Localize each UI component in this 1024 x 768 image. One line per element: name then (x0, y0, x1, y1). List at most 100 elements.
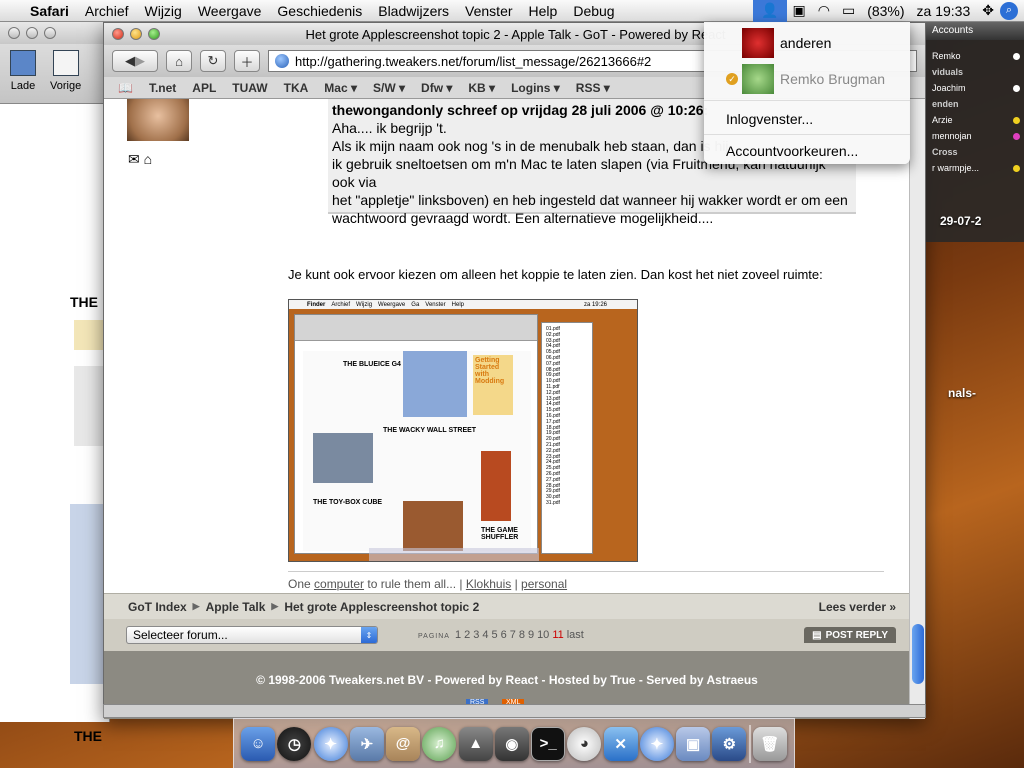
bookmark-sw[interactable]: S/W ▾ (373, 81, 405, 95)
bookmark-logins[interactable]: Logins ▾ (511, 81, 560, 95)
page-link[interactable]: 3 (473, 629, 479, 641)
home-button[interactable]: ⌂ (166, 50, 192, 72)
post-reply-button[interactable]: ▤ POST REPLY (804, 627, 896, 643)
address-bar-url[interactable]: http://gathering.tweakers.net/forum/list… (295, 54, 651, 69)
embedded-preview-window: THE BLUEICE G4 Getting Started with Modd… (294, 314, 538, 554)
breadcrumb-topic[interactable]: Het grote Applescreenshot topic 2 (284, 600, 479, 614)
breadcrumb-got-index[interactable]: GoT Index (128, 600, 187, 614)
safari-icon[interactable]: ✦ (639, 726, 674, 761)
signature-link-computer[interactable]: computer (314, 577, 364, 591)
menu-wijzig[interactable]: Wijzig (137, 3, 190, 19)
add-bookmark-button[interactable]: ＋ (234, 50, 260, 72)
bookmarks-book-icon[interactable]: 📖 (118, 81, 133, 95)
bookmark-dfw[interactable]: Dfw ▾ (421, 81, 452, 95)
menu-debug[interactable]: Debug (565, 3, 622, 19)
breadcrumb: GoT Index ▶ Apple Talk ▶ Het grote Apple… (104, 593, 910, 619)
trash-icon[interactable]: 🗑 (752, 726, 787, 761)
camera-icon[interactable]: ◉ (494, 726, 529, 761)
page-link[interactable]: 7 (510, 629, 516, 641)
bookmark-apl[interactable]: APL (192, 81, 216, 95)
contact-item[interactable]: Arzie (926, 112, 1024, 128)
home-icon: ⌂ (175, 53, 183, 69)
desktop-item-label[interactable]: nals- (948, 386, 976, 400)
signature-link-klokhuis[interactable]: Klokhuis (466, 577, 511, 591)
user-item-current[interactable]: ✓ Remko Brugman (704, 64, 910, 94)
drawer-button[interactable]: Lade (10, 50, 36, 103)
login-window-item[interactable]: Inlogvenster... (704, 104, 910, 134)
back-arrow-icon[interactable]: ◀ (125, 53, 135, 69)
page-link[interactable]: 10 (537, 629, 549, 641)
ichat-status-icon[interactable]: ▣ (787, 2, 812, 19)
contact-item[interactable]: Joachim (926, 80, 1024, 96)
iphoto-icon[interactable]: ▲ (458, 726, 493, 761)
signature-link-personal[interactable]: personal (521, 577, 567, 591)
reload-button[interactable]: ↻ (200, 50, 226, 72)
forward-arrow-icon[interactable]: ▶ (135, 53, 145, 69)
close-icon[interactable] (8, 27, 20, 39)
mail-icon[interactable]: ✈ (349, 726, 384, 761)
minimize-icon[interactable] (26, 27, 38, 39)
page-link[interactable]: 2 (464, 629, 470, 641)
menu-app[interactable]: Safari (22, 3, 77, 19)
page-link[interactable]: 4 (482, 629, 488, 641)
bookmark-kb[interactable]: KB ▾ (468, 81, 495, 95)
page-link[interactable]: 1 (455, 629, 461, 641)
zoom-icon[interactable] (148, 28, 160, 40)
scrollbar-thumb[interactable] (912, 624, 924, 684)
address-book-icon[interactable]: @ (386, 726, 421, 761)
page-link[interactable]: 5 (491, 629, 497, 641)
preview-icon[interactable]: ▣ (676, 726, 711, 761)
forum-select[interactable]: Selecteer forum... ⇕ (126, 626, 378, 644)
embedded-screenshot[interactable]: Finder Archief Wijzig Weergave Ga Venste… (288, 299, 638, 562)
bookmark-tnet[interactable]: T.net (149, 81, 176, 95)
battery-percentage[interactable]: (83%) (861, 3, 910, 19)
page-link[interactable]: 9 (528, 629, 534, 641)
xcode-icon[interactable]: ✕ (603, 726, 638, 761)
previous-button[interactable]: Vorige (50, 50, 81, 103)
back-forward-button[interactable]: ◀ ▶ (112, 50, 158, 72)
contact-item[interactable]: mennojan (926, 128, 1024, 144)
status-dot-icon (1013, 116, 1020, 124)
page-link[interactable]: 8 (519, 629, 525, 641)
read-more-link[interactable]: Lees verder » (819, 600, 896, 614)
send-pm-icon[interactable]: ✉ (128, 151, 140, 167)
bookmark-mac[interactable]: Mac ▾ (324, 81, 357, 95)
menu-venster[interactable]: Venster (457, 3, 520, 19)
menu-weergave[interactable]: Weergave (190, 3, 270, 19)
wifi-icon[interactable]: ◠ (812, 2, 836, 19)
bookmark-rss[interactable]: RSS ▾ (576, 81, 610, 95)
contact-group[interactable]: viduals (926, 64, 1024, 80)
contact-item[interactable]: r warmpje... (926, 160, 1024, 176)
battery-icon[interactable]: ▭ (836, 2, 861, 19)
menu-help[interactable]: Help (521, 3, 566, 19)
contact-item[interactable]: Remko (926, 48, 1024, 64)
close-icon[interactable] (112, 28, 124, 40)
menu-bladwijzers[interactable]: Bladwijzers (370, 3, 457, 19)
homepage-icon[interactable]: ⌂ (144, 151, 152, 167)
contact-group[interactable]: enden (926, 96, 1024, 112)
bookmark-tka[interactable]: TKA (284, 81, 309, 95)
vertical-scrollbar[interactable] (909, 99, 925, 719)
page-link[interactable]: 6 (501, 629, 507, 641)
minimize-icon[interactable] (130, 28, 142, 40)
terminal-icon[interactable]: >_ (531, 726, 566, 761)
menu-geschiedenis[interactable]: Geschiedenis (269, 3, 370, 19)
breadcrumb-apple-talk[interactable]: Apple Talk (206, 600, 266, 614)
safari-icon[interactable]: ✦ (313, 726, 348, 761)
contact-group[interactable]: Cross (926, 144, 1024, 160)
account-preferences-item[interactable]: Accountvoorkeuren... (704, 136, 910, 166)
dashboard-icon[interactable]: ◷ (277, 726, 312, 761)
script-menu-icon[interactable]: ✥ (976, 2, 1000, 19)
user-item-others[interactable]: anderen (704, 28, 910, 58)
bookmark-tuaw[interactable]: TUAW (232, 81, 267, 95)
adium-icon[interactable]: ◕ (567, 726, 602, 761)
finder-icon[interactable]: ☺ (241, 726, 276, 761)
menu-archief[interactable]: Archief (77, 3, 137, 19)
last-page-link[interactable]: last (567, 629, 584, 641)
automator-icon[interactable]: ⚙ (712, 726, 747, 761)
zoom-icon[interactable] (44, 27, 56, 39)
itunes-icon[interactable]: ♫ (422, 726, 457, 761)
spotlight-icon[interactable]: ⌕ (1000, 1, 1018, 20)
menu-clock[interactable]: za 19:33 (911, 3, 977, 19)
fast-user-switch-icon[interactable]: 👤 (753, 0, 787, 22)
